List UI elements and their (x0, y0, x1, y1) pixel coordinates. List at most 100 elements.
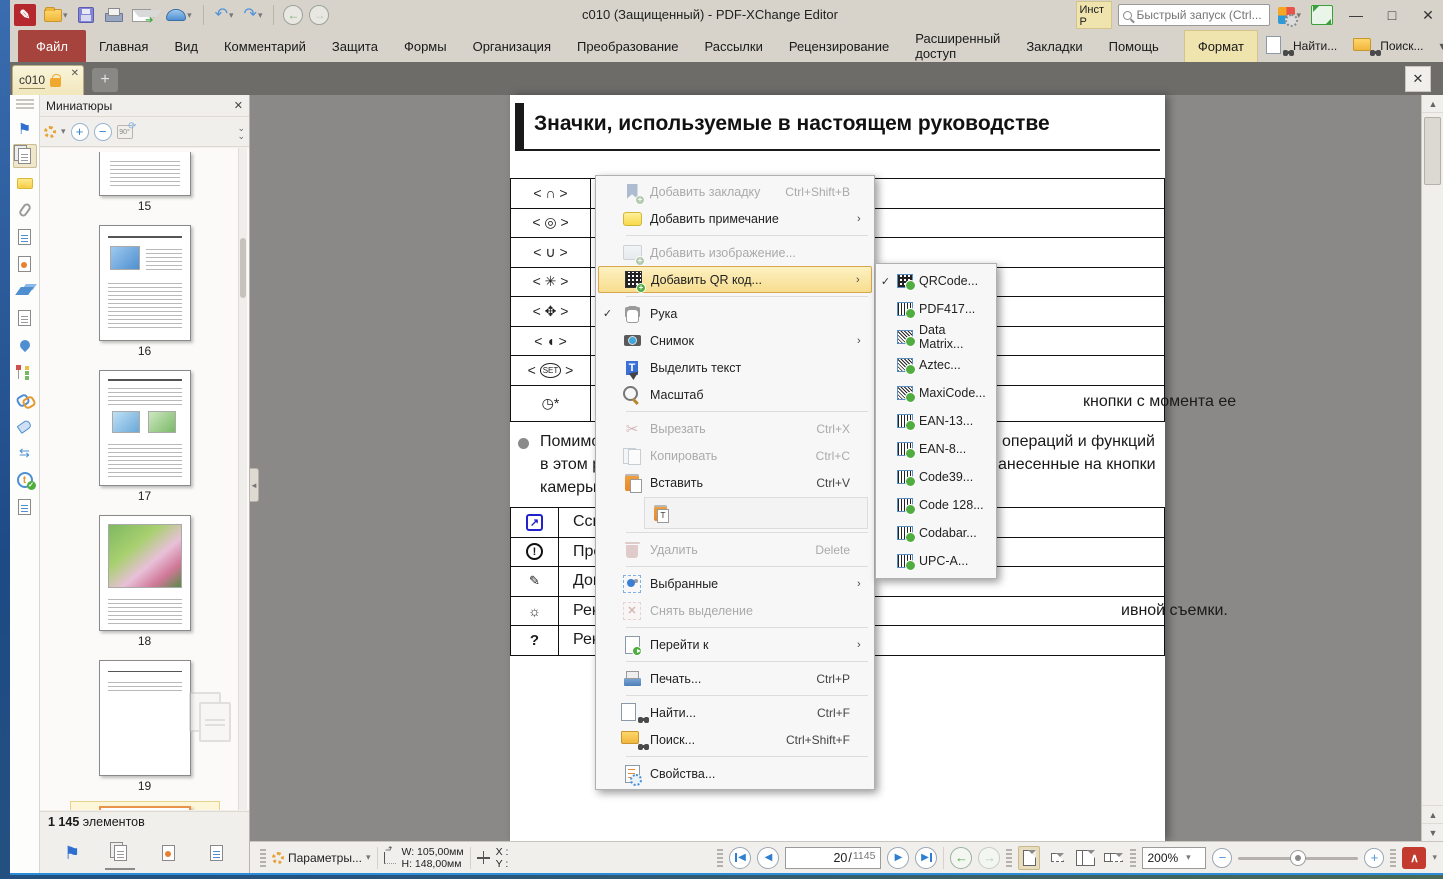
thumbnail-list[interactable]: 15 16 17 18 19 (40, 148, 249, 810)
tab-home[interactable]: Главная (86, 30, 161, 62)
continuous-layout-button[interactable] (1046, 846, 1068, 870)
fullscreen-button[interactable] (1309, 3, 1335, 27)
previous-page-button[interactable]: ◀ (757, 846, 780, 869)
attachments-panel-button[interactable] (13, 198, 37, 222)
tab-review[interactable]: Рецензирование (776, 30, 902, 62)
submenu-item-code39[interactable]: Code39... (876, 463, 996, 491)
maximize-button[interactable]: □ (1377, 3, 1407, 27)
menu-item-print[interactable]: Печать... Ctrl+P (596, 665, 874, 692)
menu-item-find[interactable]: Найти... Ctrl+F (596, 699, 874, 726)
comments-panel-button[interactable] (13, 171, 37, 195)
layers-panel-button[interactable] (13, 279, 37, 303)
page-number-field[interactable]: 20 / 1145 (785, 846, 882, 869)
strip-grip[interactable] (15, 99, 34, 109)
close-button[interactable]: ✕ (1413, 3, 1443, 27)
search-input[interactable] (1136, 8, 1266, 22)
history-forward-button[interactable]: → (309, 5, 330, 25)
page-thumbnail[interactable] (98, 370, 191, 486)
gear-icon[interactable] (44, 125, 56, 138)
tags-panel-button[interactable] (13, 414, 37, 438)
options-button[interactable]: Параметры... ▾ (272, 851, 371, 865)
new-tab-button[interactable]: + (92, 68, 118, 92)
page-thumbnail[interactable] (98, 515, 191, 631)
tab-protect[interactable]: Защита (319, 30, 391, 62)
zoom-slider[interactable] (1238, 847, 1359, 869)
tab-view[interactable]: Вид (161, 30, 211, 62)
quick-launch-search[interactable] (1118, 4, 1271, 26)
thumbnail-item[interactable]: 16 (70, 221, 220, 360)
tab-format[interactable]: Формат (1183, 30, 1258, 62)
fields-panel-button[interactable] (13, 225, 37, 249)
submenu-item-aztec[interactable]: Aztec... (876, 351, 996, 379)
links-panel-button[interactable] (13, 387, 37, 411)
last-page-button[interactable]: ▶ (915, 846, 938, 869)
scan-button[interactable]: ▾ (164, 7, 194, 23)
email-button[interactable]: ▾ (130, 7, 162, 26)
two-page-layout-button[interactable] (1074, 846, 1096, 870)
menu-item-deselect[interactable]: Снять выделение (596, 597, 874, 624)
order-panel-button[interactable]: ⇆ (13, 441, 37, 465)
scroll-up-button-2[interactable]: ▲ (1422, 805, 1443, 823)
content-panel-button[interactable] (13, 306, 37, 330)
menu-item-select-text[interactable]: Выделить текст (596, 354, 874, 381)
thumbnail-item[interactable]: 15 (70, 148, 220, 215)
page-thumbnail[interactable] (98, 660, 191, 776)
scrollbar-thumb[interactable] (240, 238, 246, 298)
destinations-panel-button[interactable] (13, 333, 37, 357)
menu-item-add-bookmark[interactable]: + Добавить закладку Ctrl+Shift+B (596, 178, 874, 205)
zoom-out-button[interactable]: − (1212, 847, 1233, 868)
rotate-page-button[interactable]: 90° (116, 120, 137, 139)
thumbnail-item-selected[interactable]: 20 (69, 801, 220, 810)
page-thumbnail-current[interactable] (98, 806, 191, 810)
two-page-continuous-button[interactable] (1102, 846, 1124, 870)
submenu-item-maxicode[interactable]: MaxiCode... (876, 379, 996, 407)
menu-item-delete[interactable]: Удалить Delete (596, 536, 874, 563)
menu-item-add-comment[interactable]: Добавить примечание › (596, 205, 874, 232)
scroll-up-button[interactable]: ▲ (1422, 95, 1443, 113)
single-page-layout-button[interactable] (1018, 845, 1041, 870)
menu-item-properties[interactable]: Свойства... (596, 760, 874, 787)
bookmarks-tab[interactable]: ⚑ (55, 838, 89, 868)
accessibility-report-button[interactable] (13, 495, 37, 519)
menu-item-go-to[interactable]: Перейти к › (596, 631, 874, 658)
scroll-down-button[interactable]: ▼ (1422, 823, 1443, 841)
structure-panel-button[interactable] (13, 360, 37, 384)
submenu-item-codabar[interactable]: Codabar... (876, 519, 996, 547)
scrollbar-thumb[interactable] (1424, 117, 1441, 185)
search-button[interactable]: Поиск... (1345, 30, 1431, 62)
tab-organize[interactable]: Организация (460, 30, 564, 62)
ribbon-more-chevron[interactable]: ▾ (1432, 30, 1443, 62)
tab-forms[interactable]: Формы (391, 30, 460, 62)
submenu-item-ean8[interactable]: EAN-8... (876, 435, 996, 463)
menu-item-add-image[interactable]: + Добавить изображение... (596, 239, 874, 266)
panel-splitter-handle[interactable]: ◄ (250, 468, 259, 502)
toolbar-grip[interactable] (717, 848, 724, 867)
minimize-button[interactable]: — (1341, 3, 1371, 27)
save-button[interactable] (76, 5, 96, 25)
menu-item-search[interactable]: Поиск... Ctrl+Shift+F (596, 726, 874, 753)
submenu-item-code128[interactable]: Code 128... (876, 491, 996, 519)
next-page-button[interactable]: ▶ (887, 846, 910, 869)
zoom-in-button[interactable]: + (1364, 847, 1385, 868)
paste-text-icon[interactable] (649, 503, 671, 523)
menu-item-cut[interactable]: ВырезатьCtrl+X (596, 415, 874, 442)
panel-close-icon[interactable]: ✕ (234, 99, 243, 112)
find-button[interactable]: Найти... (1258, 30, 1345, 62)
submenu-item-upca[interactable]: UPC-A... (876, 547, 996, 575)
submenu-item-pdf417[interactable]: PDF417... (876, 295, 996, 323)
menu-item-paste[interactable]: Вставить Ctrl+V (596, 469, 874, 496)
menu-item-snapshot[interactable]: Снимок › (596, 327, 874, 354)
menu-item-zoom[interactable]: Масштаб (596, 381, 874, 408)
first-page-button[interactable]: ◀ (729, 846, 752, 869)
chevron-down-icon[interactable]: ▾ (1432, 852, 1437, 863)
thumbnail-item[interactable]: 18 (70, 511, 220, 650)
next-view-button[interactable]: → (978, 846, 1001, 869)
history-back-button[interactable]: ← (283, 5, 304, 25)
accessibility-check-button[interactable]: t (13, 468, 37, 492)
toolbar-grip[interactable] (260, 848, 266, 867)
menu-item-selected[interactable]: Выбранные › (596, 570, 874, 597)
menu-item-copy[interactable]: Копировать Ctrl+C (596, 442, 874, 469)
submenu-item-qrcode[interactable]: ✓ QRCode... (876, 267, 996, 295)
toolbar-grip[interactable] (1390, 848, 1397, 867)
menu-item-add-qr-code[interactable]: + Добавить QR код... › (598, 266, 872, 293)
